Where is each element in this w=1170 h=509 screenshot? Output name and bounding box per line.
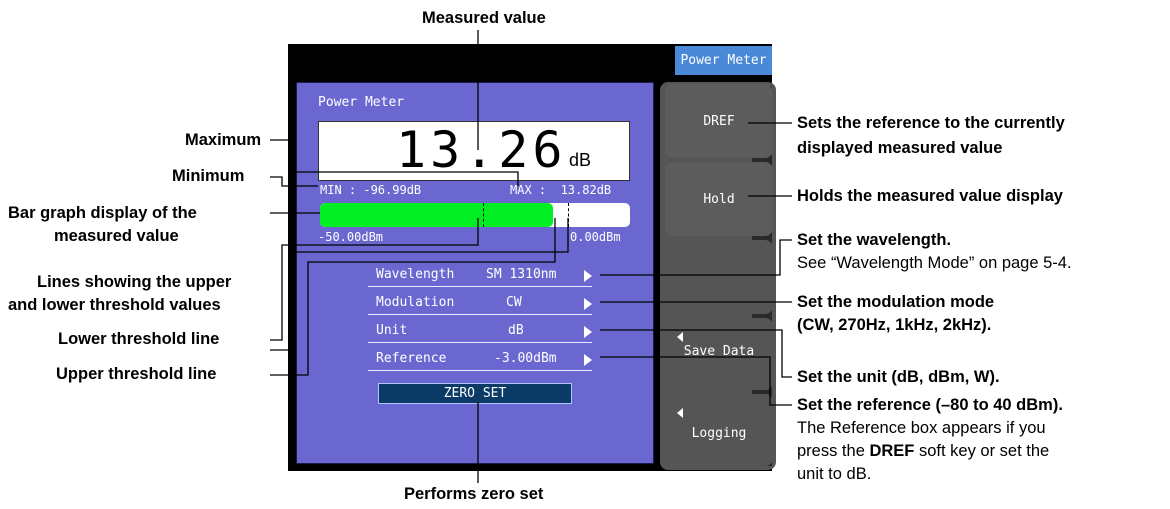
callout-dref-1: Sets the reference to the currently	[797, 114, 1065, 132]
callout-modulation-2: (CW, 270Hz, 1kHz, 2kHz).	[797, 316, 992, 334]
callout-bar-graph-2: measured value	[54, 227, 179, 245]
callout-zero-set: Performs zero set	[404, 485, 544, 503]
callout-reference-2: The Reference box appears if you	[797, 419, 1046, 437]
callout-hold: Holds the measured value display	[797, 187, 1063, 205]
callout-reference-3c: soft key or set the	[914, 442, 1050, 460]
callout-reference-3: press the DREF soft key or set the	[797, 441, 1049, 462]
callout-unit: Set the unit (dB, dBm, W).	[797, 368, 1000, 386]
callout-lines-1: Lines showing the upper	[37, 273, 232, 291]
callout-wavelength-2: See “Wavelength Mode” on page 5-4.	[797, 254, 1072, 272]
callout-minimum: Minimum	[172, 167, 245, 185]
callout-bar-graph-1: Bar graph display of the	[8, 204, 197, 222]
callout-reference-1: Set the reference (–80 to 40 dBm).	[797, 396, 1063, 414]
callout-wavelength-1: Set the wavelength.	[797, 231, 952, 249]
callout-measured-value: Measured value	[422, 9, 546, 27]
callout-lines-2: and lower threshold values	[8, 296, 221, 314]
callout-upper-threshold: Upper threshold line	[56, 365, 217, 383]
callout-reference-3a: press the	[797, 442, 870, 460]
callout-lower-threshold: Lower threshold line	[58, 330, 220, 348]
callout-dref-2: displayed measured value	[797, 139, 1003, 157]
callout-reference-3b: DREF	[869, 442, 915, 460]
callout-reference-4: unit to dB.	[797, 465, 872, 483]
callout-maximum: Maximum	[185, 131, 262, 149]
callout-modulation-1: Set the modulation mode	[797, 293, 995, 311]
